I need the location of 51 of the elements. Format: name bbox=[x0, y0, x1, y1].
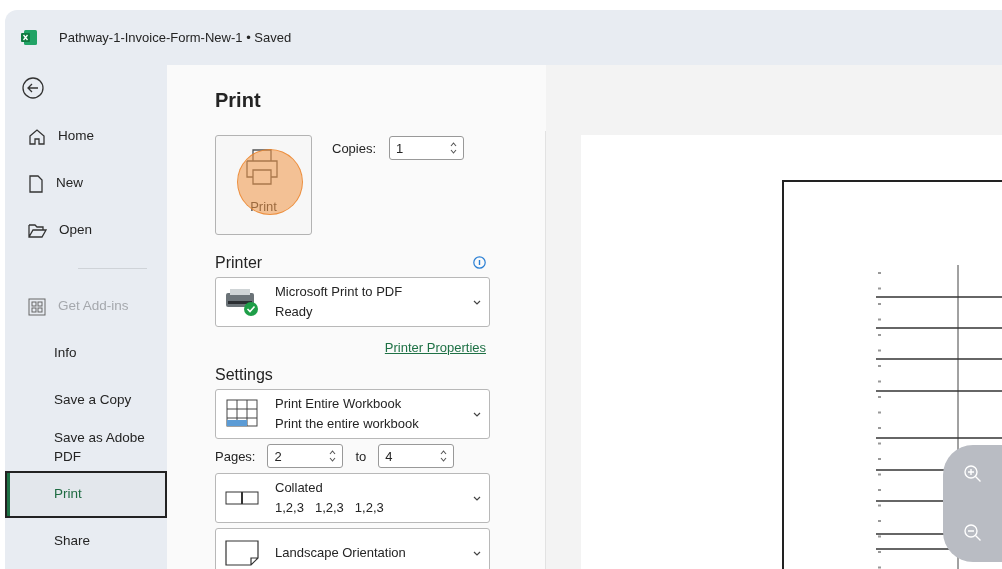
sidebar-item[interactable]: New bbox=[5, 160, 167, 207]
document-icon bbox=[28, 174, 44, 193]
window-title: Pathway-1-Invoice-Form-New-1 • Saved bbox=[59, 30, 292, 45]
option-title: Landscape Orientation bbox=[275, 545, 407, 561]
option-detail: Print the entire workbook bbox=[275, 416, 420, 432]
grid-icon bbox=[28, 297, 46, 316]
landscape-page-icon bbox=[225, 540, 259, 566]
settings-dropdown[interactable]: Collated 1,2,3 1,2,3 1,2,3 bbox=[215, 473, 490, 523]
chevron-down-icon bbox=[473, 299, 481, 305]
collate-order-text: 1,2,3 bbox=[354, 500, 384, 516]
sidebar-item[interactable]: Info bbox=[5, 330, 167, 377]
printer-dropdown[interactable]: Microsoft Print to PDF Ready bbox=[215, 277, 490, 327]
to-label: to bbox=[355, 448, 367, 464]
section-heading: Settings bbox=[215, 365, 273, 385]
section-heading: Printer bbox=[215, 253, 263, 273]
back-icon[interactable] bbox=[22, 77, 44, 99]
page-heading: Print bbox=[215, 88, 262, 113]
collate-order-text: 1,2,3 bbox=[275, 500, 304, 516]
sidebar-item[interactable]: Save a Copy bbox=[5, 377, 167, 424]
option-title: Print Entire Workbook bbox=[275, 396, 403, 412]
page-from-field[interactable]: 2 bbox=[267, 444, 344, 468]
home-icon bbox=[28, 127, 46, 146]
chevron-down-icon bbox=[473, 495, 481, 501]
printer-icon bbox=[244, 148, 280, 188]
spreadsheet-app-icon bbox=[21, 30, 37, 45]
pages-label: Pages: bbox=[215, 448, 256, 464]
sidebar-item[interactable]: Open bbox=[5, 207, 167, 254]
info-icon[interactable] bbox=[473, 256, 486, 269]
settings-dropdown[interactable]: Print Entire Workbook Print the entire workbook bbox=[215, 389, 490, 439]
chevron-down-icon bbox=[473, 550, 481, 556]
copies-label: Copies: bbox=[332, 140, 377, 156]
collate-order-text: 1,2,3 bbox=[314, 500, 344, 516]
spinner-arrows-icon[interactable] bbox=[440, 449, 448, 463]
printer-ready-icon bbox=[224, 287, 260, 317]
printer-properties-link[interactable]: Printer Properties bbox=[384, 340, 486, 355]
page-to-field[interactable]: 4 bbox=[378, 444, 455, 468]
spreadsheet-icon bbox=[226, 399, 258, 429]
sidebar-item[interactable]: Share bbox=[5, 518, 167, 565]
folder-icon bbox=[28, 223, 47, 238]
spinner-arrows-icon[interactable] bbox=[329, 449, 337, 463]
printer-name: Microsoft Print to PDF bbox=[275, 284, 404, 300]
spinner-arrows-icon[interactable] bbox=[450, 141, 458, 155]
settings-dropdown[interactable]: Landscape Orientation bbox=[215, 528, 490, 569]
sidebar-item[interactable]: Home bbox=[5, 113, 167, 160]
chevron-down-icon bbox=[473, 411, 481, 417]
option-title: Collated bbox=[275, 480, 324, 496]
sidebar-item[interactable]: Print bbox=[5, 471, 167, 518]
pages-side-by-side-icon bbox=[225, 491, 259, 505]
sidebar-item[interactable]: Save as Adobe PDF bbox=[5, 424, 167, 471]
printer-status: Ready bbox=[275, 304, 314, 320]
copies-field[interactable]: 1 bbox=[389, 136, 465, 160]
